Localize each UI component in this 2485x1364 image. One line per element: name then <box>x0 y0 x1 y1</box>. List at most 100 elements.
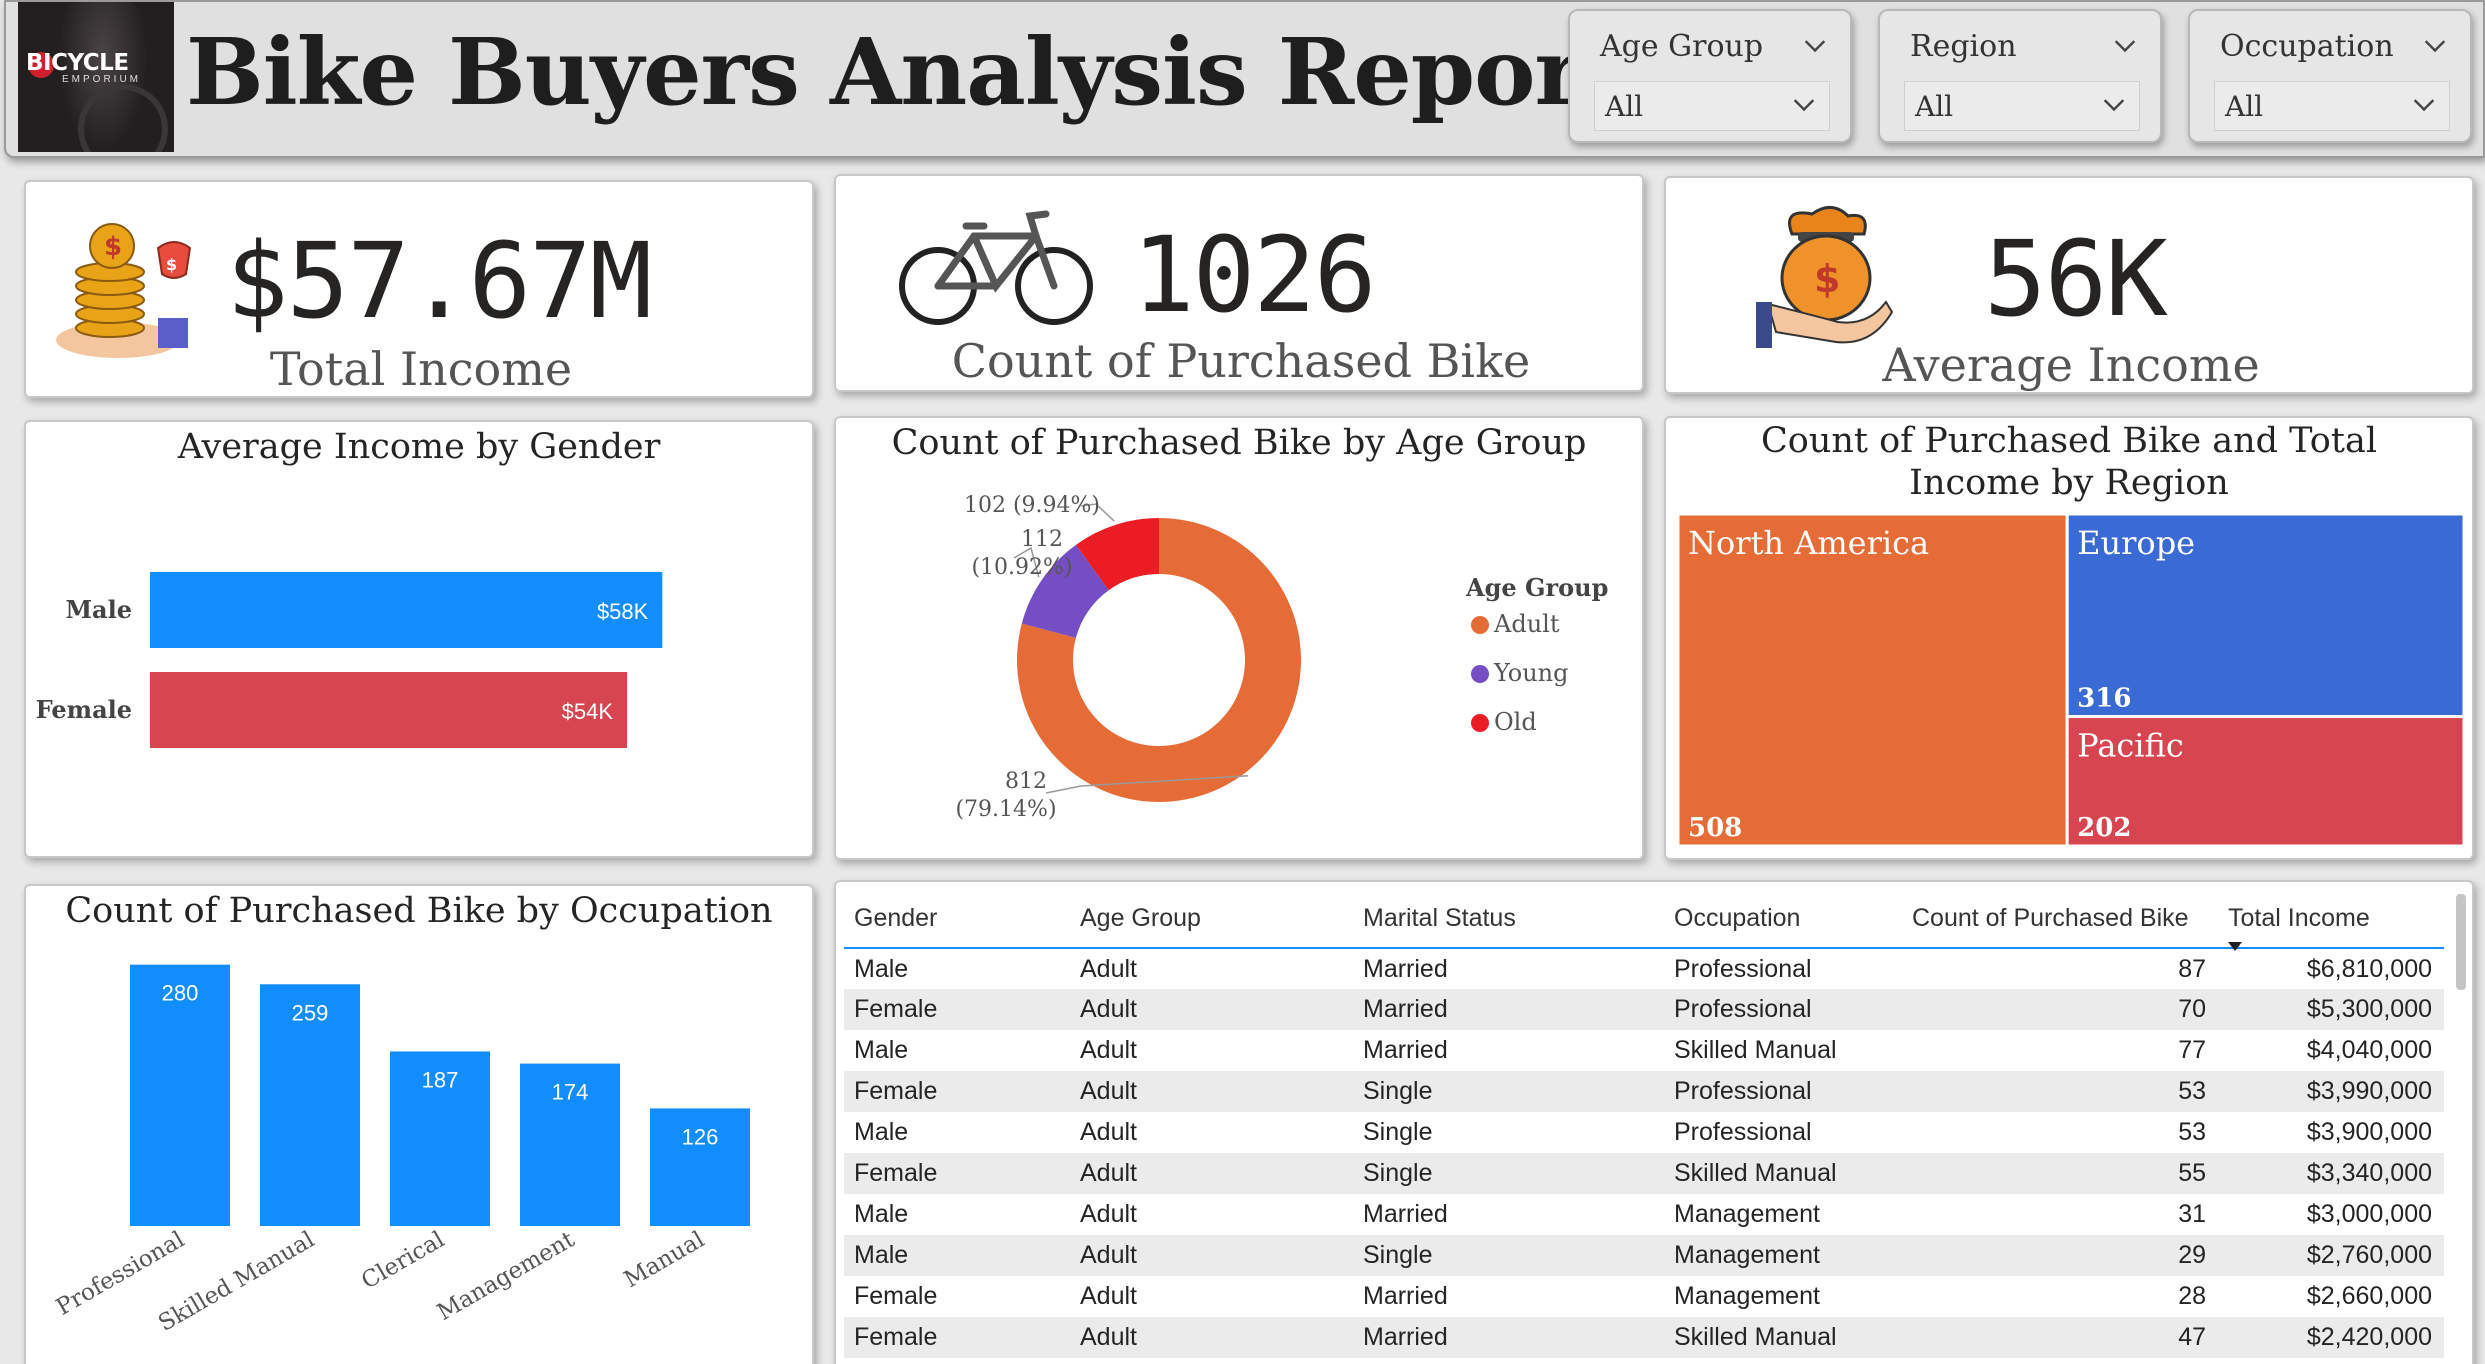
age-group-slicer[interactable]: Age Group All <box>1568 9 1852 143</box>
table-cell: Skilled Manual <box>1664 1317 1902 1358</box>
table-cell: 77 <box>2178 1036 2206 1064</box>
table-cell: Adult <box>1080 1036 1137 1064</box>
table-header-row: Gender Age Group Marital Status Occupation C… <box>844 890 2444 951</box>
count-bikes-value: 1026 <box>1132 214 1376 336</box>
table-cell: $5,300,000 <box>2218 989 2444 1030</box>
chevron-down-icon[interactable] <box>2103 90 2125 112</box>
chevron-down-icon[interactable] <box>2413 90 2435 112</box>
sort-descending-icon[interactable] <box>2228 942 2242 951</box>
table-cell: Adult <box>1070 1071 1353 1112</box>
table-cell: Adult <box>1070 989 1353 1030</box>
table-cell: $6,810,000 <box>2306 954 2432 983</box>
table-cell: 31 <box>2178 1200 2206 1228</box>
slicer-label: Age Group <box>1600 29 1764 64</box>
table-cell: Female <box>844 1153 1070 1194</box>
table-cell: Adult <box>1080 954 1137 983</box>
table-cell: $3,990,000 <box>2218 1071 2444 1112</box>
table-row[interactable]: Female Adult Married Professional 70 $5,300,0… <box>844 989 2444 1030</box>
average-income-value: 56K <box>1984 218 2168 340</box>
table-cell: Male <box>854 954 909 983</box>
table-cell: Management <box>1674 1282 1820 1310</box>
table-cell: $3,900,000 <box>2306 1118 2432 1146</box>
table-row[interactable]: Male Adult Single Management 29 $2,760,000 <box>844 1235 2444 1276</box>
table-cell: 55 <box>1902 1153 2218 1194</box>
chevron-down-icon[interactable] <box>2114 31 2136 53</box>
tile-label: Europe <box>2077 524 2195 562</box>
table-cell: Skilled Manual <box>1664 1153 1902 1194</box>
table-row[interactable]: Male Adult Married Skilled Manual 77 $4,040,0… <box>844 1030 2444 1071</box>
table-cell: 28 <box>2178 1282 2206 1310</box>
column-header-label: Total Income <box>2228 904 2370 932</box>
table-cell: Adult <box>1070 1317 1353 1358</box>
table-cell: Married <box>1353 989 1664 1030</box>
table-cell: 87 <box>2178 954 2206 983</box>
average-income-card[interactable]: $ 56K Average Income <box>1664 176 2474 394</box>
table-cell: Skilled Manual <box>1674 1036 1837 1064</box>
table-cell: Professional <box>1664 1071 1902 1112</box>
table-cell: 53 <box>2178 1118 2206 1146</box>
column-header-label: Marital Status <box>1363 904 1516 932</box>
age-group-dropdown[interactable]: All <box>1594 81 1830 131</box>
data-label: 259 <box>292 1000 329 1025</box>
table-cell: Management <box>1664 1235 1902 1276</box>
chevron-down-icon[interactable] <box>2424 31 2446 53</box>
column-header[interactable]: Count of Purchased Bike <box>1902 890 2218 949</box>
occupation-bar-chart[interactable]: Count of Purchased Bike by Occupation 28… <box>24 884 814 1364</box>
treemap-tile-north-america <box>1676 512 2069 848</box>
table-cell: Adult <box>1080 1118 1137 1146</box>
data-label: 812 (79.14%) <box>955 769 1056 822</box>
region-dropdown[interactable]: All <box>1904 81 2140 131</box>
tile-value: 202 <box>2077 813 2131 843</box>
column-header[interactable]: Age Group <box>1070 890 1353 949</box>
table-cell: Married <box>1363 1282 1448 1310</box>
table-scrollbar[interactable] <box>2456 894 2466 990</box>
legend-marker-young <box>1471 665 1489 683</box>
total-income-label: Total Income <box>269 342 573 396</box>
data-label: 280 <box>162 981 199 1006</box>
age-group-donut-chart[interactable]: Count of Purchased Bike by Age Group 812… <box>834 416 1644 860</box>
logo-text: BICYCLE <box>26 50 129 76</box>
table-row[interactable]: Female Adult Single Professional 53 $3,990,00… <box>844 1071 2444 1112</box>
table-row[interactable]: Female Adult Single Skilled Manual 55 $3,340,… <box>844 1153 2444 1194</box>
count-bikes-card[interactable]: 1026 Count of Purchased Bike <box>834 174 1644 392</box>
table-cell: $2,660,000 <box>2306 1282 2432 1310</box>
table-cell: Adult <box>1070 1153 1353 1194</box>
chevron-down-icon[interactable] <box>1804 31 1826 53</box>
table-row[interactable]: Female Adult Married Management 28 $2,660,000 <box>844 1276 2444 1317</box>
avg-income-by-gender-chart[interactable]: Average Income by Gender Male $58K Female $… <box>24 420 814 858</box>
table-cell: Professional <box>1674 954 1812 983</box>
table-cell: 29 <box>1902 1235 2218 1276</box>
table-cell: Single <box>1363 1118 1433 1146</box>
table-row[interactable]: Female Adult Married Skilled Manual 47 $2,420… <box>844 1317 2444 1358</box>
column-header[interactable]: Total Income <box>2218 890 2444 951</box>
region-slicer[interactable]: Region All <box>1878 9 2162 143</box>
table-row[interactable]: Male Adult Married Professional 87 $6,810,000 <box>844 948 2444 989</box>
table-cell: Male <box>854 1036 909 1064</box>
tile-value: 316 <box>2077 684 2131 714</box>
table-row[interactable]: Male Adult Married Management 31 $3,000,000 <box>844 1194 2444 1235</box>
column-header[interactable]: Occupation <box>1664 890 1902 949</box>
table-cell: Male <box>854 1118 909 1146</box>
table-cell: Married <box>1363 1036 1448 1064</box>
category-label: Manual <box>620 1227 709 1294</box>
detail-table[interactable]: Gender Age Group Marital Status Occupation C… <box>834 880 2474 1364</box>
treemap-plot: North America 508 Europe 316 Pacific 202 <box>1676 512 2466 848</box>
bicycle-icon <box>899 210 1093 325</box>
table-cell: $2,760,000 <box>2218 1235 2444 1276</box>
table-cell: 70 <box>1902 989 2218 1030</box>
category-label: Female <box>36 695 132 724</box>
tile-label: Pacific <box>2077 727 2184 765</box>
table-cell: Female <box>854 1282 938 1310</box>
table-cell: Married <box>1363 954 1448 983</box>
occupation-dropdown[interactable]: All <box>2214 81 2450 131</box>
region-treemap-chart[interactable]: Count of Purchased Bike and Total Income… <box>1664 416 2474 860</box>
column-header[interactable]: Gender <box>844 890 1070 949</box>
total-income-card[interactable]: $ $ $57.67M Total Income <box>24 180 814 398</box>
table-cell: 47 <box>1902 1317 2218 1358</box>
occupation-slicer[interactable]: Occupation All <box>2188 9 2472 143</box>
bicycle-emporium-logo: BICYCLE EMPORIUM <box>18 2 174 152</box>
column-header[interactable]: Marital Status <box>1353 890 1664 949</box>
legend-marker-adult <box>1471 616 1489 634</box>
table-row[interactable]: Male Adult Single Professional 53 $3,900,000 <box>844 1112 2444 1153</box>
chevron-down-icon[interactable] <box>1793 90 1815 112</box>
